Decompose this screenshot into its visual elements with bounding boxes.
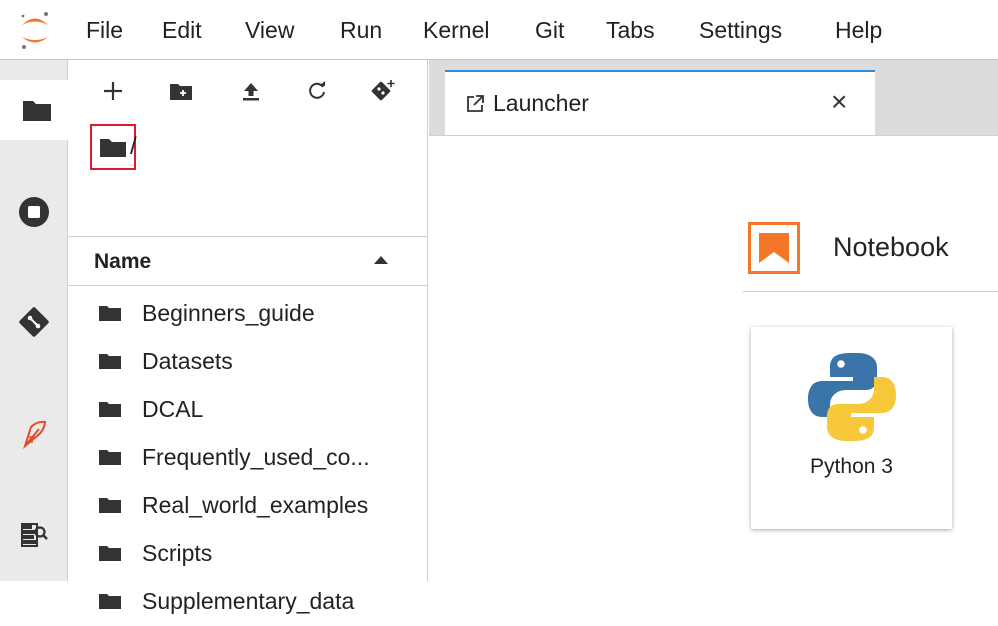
notebook-icon [759, 233, 789, 263]
file-name: Supplementary_data [142, 588, 355, 614]
list-item[interactable]: Datasets [68, 338, 428, 386]
property-inspector-icon [21, 523, 48, 547]
file-browser-tab[interactable] [0, 80, 71, 140]
folder-icon [99, 546, 121, 561]
file-browser: / Name Beginners_guide Datasets DCAL Fre… [68, 60, 428, 614]
folder-icon [99, 498, 121, 513]
menu-file[interactable]: File [86, 17, 123, 44]
file-name: Beginners_guide [142, 300, 315, 326]
menu-view[interactable]: View [245, 17, 294, 44]
running-icon [19, 197, 49, 227]
menu-tabs[interactable]: Tabs [606, 17, 655, 44]
breadcrumb-separator: / [130, 133, 137, 160]
folder-icon [99, 402, 121, 417]
upload-button[interactable] [234, 74, 268, 108]
refresh-button[interactable] [300, 74, 334, 108]
list-item[interactable]: Supplementary_data [68, 578, 428, 626]
new-folder-button[interactable] [164, 74, 198, 108]
menu-help[interactable]: Help [835, 17, 882, 44]
property-inspector-tab[interactable] [0, 506, 68, 566]
sort-ascending-icon [374, 256, 388, 264]
close-icon[interactable]: × [831, 86, 847, 118]
launcher-panel: Notebook Python 3 [429, 135, 998, 581]
extension-tab[interactable] [0, 404, 68, 464]
running-sessions-tab[interactable] [0, 182, 68, 242]
menu-bar: File Edit View Run Kernel Git Tabs Setti… [0, 0, 998, 60]
name-column-label: Name [94, 250, 152, 273]
menu-edit[interactable]: Edit [162, 17, 202, 44]
menu-run[interactable]: Run [340, 17, 382, 44]
python3-kernel-card[interactable]: Python 3 [751, 327, 952, 529]
file-browser-toolbar [68, 60, 428, 118]
folder-icon [100, 139, 126, 157]
file-name: Real_world_examples [142, 492, 369, 518]
list-item[interactable]: Scripts [68, 530, 428, 578]
folder-icon [99, 450, 121, 465]
tab-bar: Launcher × [429, 60, 998, 135]
file-name: DCAL [142, 396, 204, 422]
launcher-icon [467, 95, 484, 112]
list-item[interactable]: Beginners_guide [68, 290, 428, 338]
section-divider [743, 291, 998, 292]
extension-icon [23, 420, 47, 449]
list-item[interactable]: Frequently_used_co... [68, 434, 428, 482]
breadcrumb: / [90, 124, 137, 170]
tab-label: Launcher [493, 90, 589, 116]
git-clone-button[interactable] [366, 74, 400, 108]
file-name: Frequently_used_co... [142, 444, 370, 470]
tab-launcher[interactable]: Launcher × [445, 70, 875, 135]
python-logo-icon [808, 353, 896, 441]
refresh-icon [309, 81, 325, 99]
plus-icon [104, 82, 122, 100]
section-title: Notebook [833, 232, 949, 262]
file-name: Scripts [142, 540, 213, 566]
notebook-section-icon [748, 222, 800, 274]
folder-icon [99, 354, 121, 369]
menu-kernel[interactable]: Kernel [423, 17, 489, 44]
jupyter-logo-icon[interactable] [18, 10, 52, 50]
git-tab[interactable] [0, 292, 68, 352]
git-icon [19, 307, 49, 337]
list-item[interactable]: DCAL [68, 386, 428, 434]
list-item[interactable]: Real_world_examples [68, 482, 428, 530]
kernel-label: Python 3 [810, 455, 893, 478]
git-clone-icon [371, 80, 395, 101]
menu-settings[interactable]: Settings [699, 17, 782, 44]
upload-icon [243, 83, 259, 101]
folder-icon [99, 306, 121, 321]
new-launcher-button[interactable] [96, 74, 130, 108]
folder-icon [23, 101, 51, 121]
menu-git[interactable]: Git [535, 17, 564, 44]
column-header[interactable]: Name [68, 236, 428, 286]
activity-bar [0, 60, 71, 581]
new-folder-icon [170, 84, 192, 100]
folder-icon [99, 594, 121, 609]
file-name: Datasets [142, 348, 233, 374]
